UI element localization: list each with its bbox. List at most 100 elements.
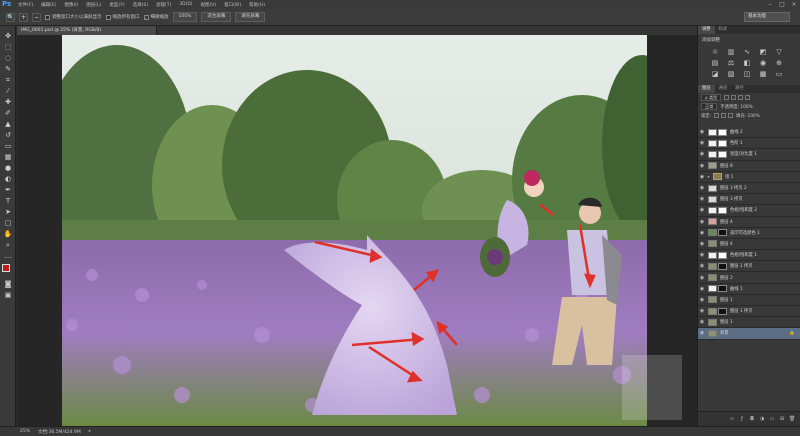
layer-row[interactable]: ◉ 色相/饱和度 2 (698, 205, 800, 217)
layer-row[interactable]: ◉ ▾ 组 1 (698, 172, 800, 183)
layer-thumbnail[interactable] (708, 150, 717, 158)
layer-row[interactable]: ◉ 曲线 2 (698, 127, 800, 139)
dodge-tool-icon[interactable]: ◐ (3, 175, 13, 184)
invert-icon[interactable]: ◪ (710, 70, 720, 78)
vibrance-icon[interactable]: ▽ (774, 48, 784, 56)
minimize-button[interactable]: – (766, 1, 774, 8)
filter-shape-icon[interactable] (745, 95, 751, 100)
layer-row[interactable]: ◉ 图层 1 拷贝 (698, 261, 800, 273)
layer-row[interactable]: ◉ 图层 4 (698, 239, 800, 251)
scrubby-zoom-check[interactable]: ✓ 细微缩放 (143, 14, 169, 20)
layer-thumbnail[interactable] (708, 139, 717, 147)
menu-item[interactable]: 文件(F) (14, 2, 37, 8)
layer-row[interactable]: ◉ 亮度/对比度 1 (698, 149, 800, 161)
mask-icon[interactable]: ◘ (749, 416, 755, 422)
eye-icon[interactable]: ◉ (698, 319, 706, 325)
layer-row[interactable]: ◉ 图层 3 拷贝 (698, 194, 800, 206)
layer-mask-thumbnail[interactable] (718, 307, 727, 315)
layer-row[interactable]: ◉ 图层 1 (698, 295, 800, 306)
layer-mask-thumbnail[interactable] (718, 150, 727, 158)
layer-mask-thumbnail[interactable] (718, 139, 727, 147)
zoom-level[interactable]: 25% (20, 429, 30, 434)
fit-screen-button[interactable]: 适合屏幕 (201, 12, 232, 22)
tab-layers[interactable]: 图层 (698, 85, 715, 93)
layer-row[interactable]: ◉ 图层 8 (698, 161, 800, 172)
tab-paths[interactable]: 路径 (731, 85, 748, 93)
posterize-icon[interactable]: ▧ (726, 70, 736, 78)
eye-icon[interactable]: ◉ (698, 241, 706, 247)
eye-icon[interactable]: ◉ (698, 163, 706, 169)
quick-mask-icon[interactable]: ◙ (3, 280, 13, 289)
eye-icon[interactable]: ◉ (698, 129, 706, 135)
eye-icon[interactable]: ◉ (698, 174, 706, 180)
eye-icon[interactable]: ◉ (698, 207, 706, 213)
eyedropper-tool-icon[interactable]: ⁄ (3, 87, 13, 96)
layer-row[interactable]: ◉ 图层 1 拷贝 (698, 306, 800, 318)
marquee-tool-icon[interactable]: ⬚ (3, 43, 13, 52)
lock-pixels-icon[interactable] (714, 113, 720, 118)
layer-row[interactable]: ◉ 图层 3 拷贝 2 (698, 183, 800, 195)
trash-icon[interactable]: 🗑 (789, 416, 795, 422)
menu-item[interactable]: 帮助(H) (245, 2, 269, 8)
layer-thumbnail[interactable] (708, 251, 717, 259)
layer-row[interactable]: ◉ 图层 2 (698, 272, 800, 284)
color-balance-icon[interactable]: ⚖ (726, 59, 736, 67)
eye-icon[interactable]: ◉ (698, 263, 706, 269)
zoom-tool-icon[interactable]: ⌕ (3, 241, 13, 250)
layer-thumbnail[interactable] (708, 195, 717, 203)
layer-row[interactable]: ◉ 图层 1 (698, 317, 800, 329)
exposure-icon[interactable]: ◩ (758, 48, 768, 56)
eye-icon[interactable]: ◉ (698, 252, 706, 258)
fill-field[interactable]: 填充: 100% (736, 113, 760, 119)
zoom-all-windows-check[interactable]: 缩放所有窗口 (105, 14, 140, 20)
close-button[interactable]: × (790, 1, 798, 8)
layer-thumbnail[interactable] (708, 262, 717, 270)
layer-thumbnail[interactable] (708, 162, 717, 170)
eye-icon[interactable]: ◉ (698, 297, 706, 303)
menu-item[interactable]: 类型(Y) (105, 2, 128, 8)
healing-tool-icon[interactable]: ✚ (3, 98, 13, 107)
quick-select-tool-icon[interactable]: ✎ (3, 65, 13, 74)
tab-channels[interactable]: 通道 (715, 85, 732, 93)
layer-thumbnail[interactable] (708, 285, 717, 293)
actual-pixels-button[interactable]: 100% (172, 12, 198, 22)
checkbox[interactable] (45, 14, 50, 20)
tab-adjustments[interactable]: 调整 (698, 26, 715, 34)
checkbox[interactable] (105, 14, 111, 20)
layer-row[interactable]: ◉ 色相/饱和度 1 (698, 250, 800, 262)
stamp-tool-icon[interactable]: ▲ (3, 120, 13, 129)
selective-color-icon[interactable]: ▩ (758, 70, 768, 78)
eye-icon[interactable]: ◉ (698, 308, 706, 314)
eye-icon[interactable]: ◉ (698, 185, 706, 191)
pen-tool-icon[interactable]: ✒ (3, 186, 13, 195)
lock-position-icon[interactable] (721, 113, 727, 118)
layer-row[interactable]: ◉ 图层 4 (698, 217, 800, 228)
zoom-tool-icon[interactable]: 🔍 (6, 12, 15, 22)
menu-item[interactable]: 3D(D) (175, 2, 196, 8)
document-image[interactable] (62, 35, 647, 426)
menu-item[interactable]: 滤镜(T) (152, 2, 175, 8)
layer-row[interactable]: ◉ 盖印可选颜色 1 (698, 228, 800, 239)
layer-thumbnail[interactable] (708, 318, 717, 326)
layer-thumbnail[interactable] (708, 229, 717, 237)
levels-icon[interactable]: ▥ (726, 48, 736, 56)
curves-icon[interactable]: ∿ (742, 48, 752, 56)
folder-icon[interactable]: ▭ (769, 416, 775, 422)
brush-tool-icon[interactable]: ✐ (3, 109, 13, 118)
layer-row[interactable]: ◉ 背景 🔒 (698, 328, 800, 340)
layer-mask-thumbnail[interactable] (718, 262, 727, 270)
threshold-icon[interactable]: ◫ (742, 70, 752, 78)
blend-mode-select[interactable]: 正常 (701, 103, 718, 110)
layer-row[interactable]: ◉ 曲线 1 (698, 284, 800, 295)
menu-item[interactable]: 窗口(W) (220, 2, 245, 8)
channel-mixer-icon[interactable]: ⊕ (774, 59, 784, 67)
gradient-map-icon[interactable]: ▭ (774, 70, 784, 78)
layer-thumbnail[interactable] (708, 329, 717, 337)
layer-row[interactable]: ◉ 色阶 1 (698, 138, 800, 150)
menu-item[interactable]: 图像(I) (60, 2, 82, 8)
zoom-out-icon[interactable]: − (32, 12, 41, 22)
menu-item[interactable]: 选择(S) (129, 2, 152, 8)
fx-icon[interactable]: ƒ (739, 416, 745, 422)
eye-icon[interactable]: ◉ (698, 330, 706, 336)
layer-thumbnail[interactable] (708, 128, 717, 136)
